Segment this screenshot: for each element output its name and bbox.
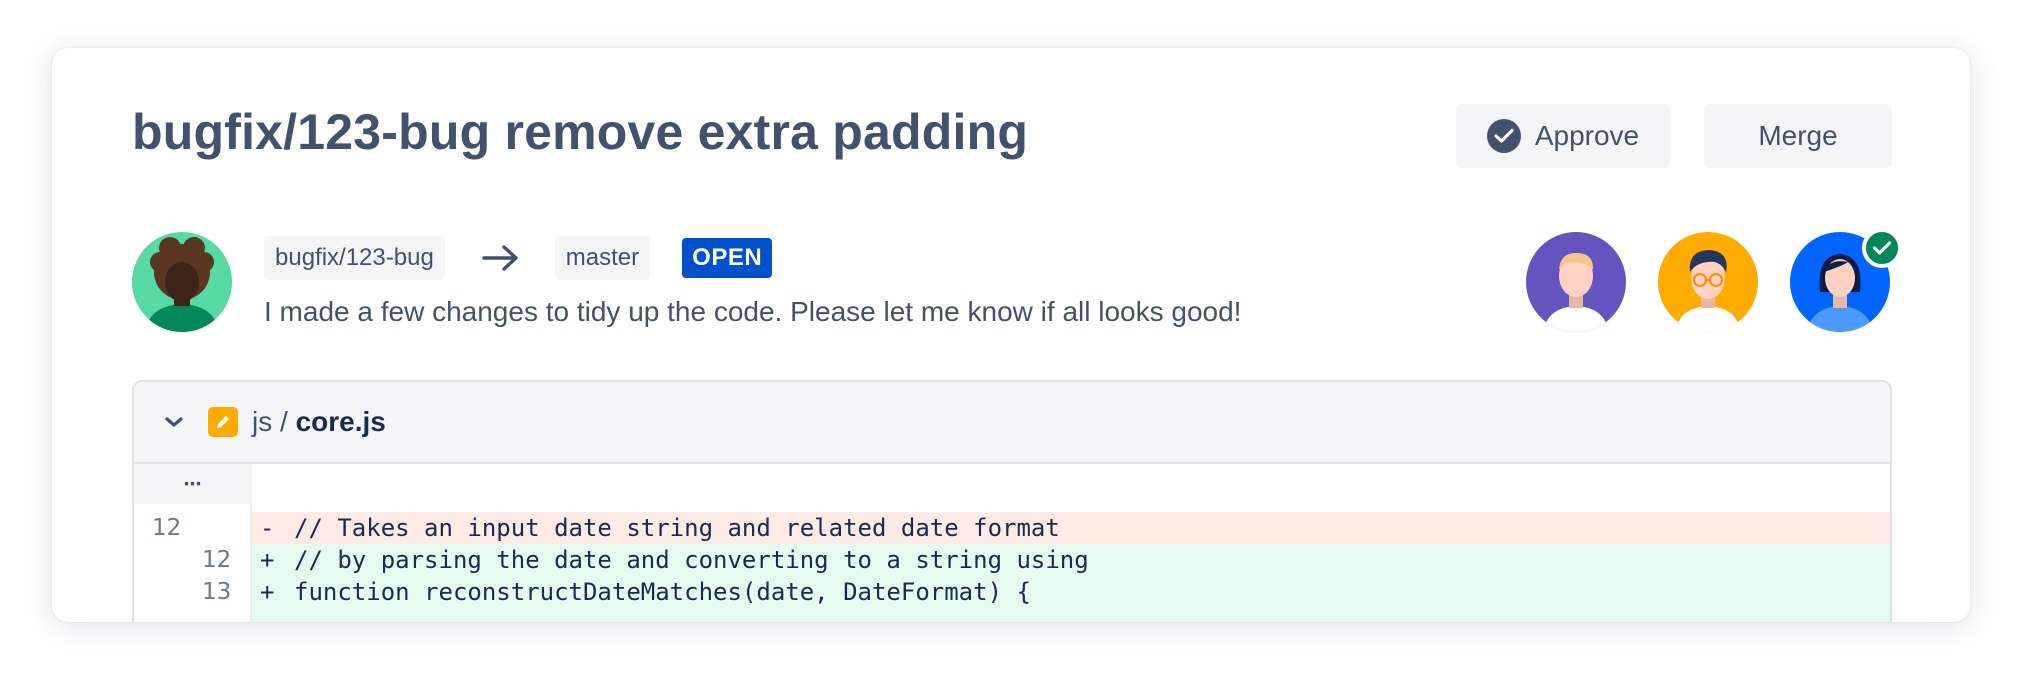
chevron-down-icon[interactable]: [164, 415, 184, 429]
expand-context-button[interactable]: ⋯: [134, 464, 252, 504]
merge-label: Merge: [1758, 120, 1838, 151]
diff-line-added: + // by parsing the date and converting t…: [252, 544, 1890, 576]
diff-line-added: [252, 608, 1890, 622]
source-branch[interactable]: bugfix/123-bug: [264, 236, 445, 280]
approve-label: Approve: [1534, 120, 1640, 151]
merge-button[interactable]: Merge: [1704, 104, 1892, 168]
diff-code: function reconstructDateMatches(date, Da…: [294, 578, 1031, 606]
check-circle-icon: [1486, 119, 1521, 153]
diff-line-added: + function reconstructDateMatches(date, D…: [252, 576, 1890, 608]
diff-code: // Takes an input date string and relate…: [294, 514, 1060, 542]
status-badge: OPEN: [682, 238, 773, 278]
old-line-number: 12: [152, 515, 182, 541]
pull-request-card: bugfix/123-bug remove extra padding Appr…: [52, 48, 1970, 622]
reviewer-avatar-approved[interactable]: [1790, 228, 1902, 332]
file-folder: js /: [252, 406, 288, 437]
file-modified-icon: [208, 407, 238, 437]
page-title: bugfix/123-bug remove extra padding: [132, 104, 1029, 160]
arrow-right-icon: [481, 243, 521, 273]
file-name: core.js: [295, 406, 386, 437]
diff-line-deleted: -// Takes an input date string and relat…: [252, 512, 1890, 544]
diff-code: // by parsing the date and converting to…: [294, 546, 1089, 574]
target-branch[interactable]: master: [554, 236, 651, 280]
new-line-number: 13: [202, 579, 232, 605]
file-path: js / core.js: [252, 406, 386, 438]
file-diff: js / core.js ⋯ -// Takes an input date s…: [132, 380, 1892, 622]
branch-row: bugfix/123-bug master OPEN: [264, 236, 773, 280]
diff-sign: +: [260, 578, 275, 606]
reviewer-avatar[interactable]: [1658, 232, 1758, 332]
pr-description: I made a few changes to tidy up the code…: [264, 296, 1242, 327]
approved-check-icon: [1862, 228, 1902, 268]
new-line-number: 12: [202, 547, 232, 573]
reviewer-avatar[interactable]: [1526, 232, 1626, 332]
diff-sign: -: [260, 514, 275, 542]
diff-sign: +: [260, 546, 275, 574]
diff-header: js / core.js: [134, 382, 1890, 464]
approve-button[interactable]: Approve: [1456, 104, 1670, 168]
author-avatar[interactable]: [132, 232, 232, 332]
